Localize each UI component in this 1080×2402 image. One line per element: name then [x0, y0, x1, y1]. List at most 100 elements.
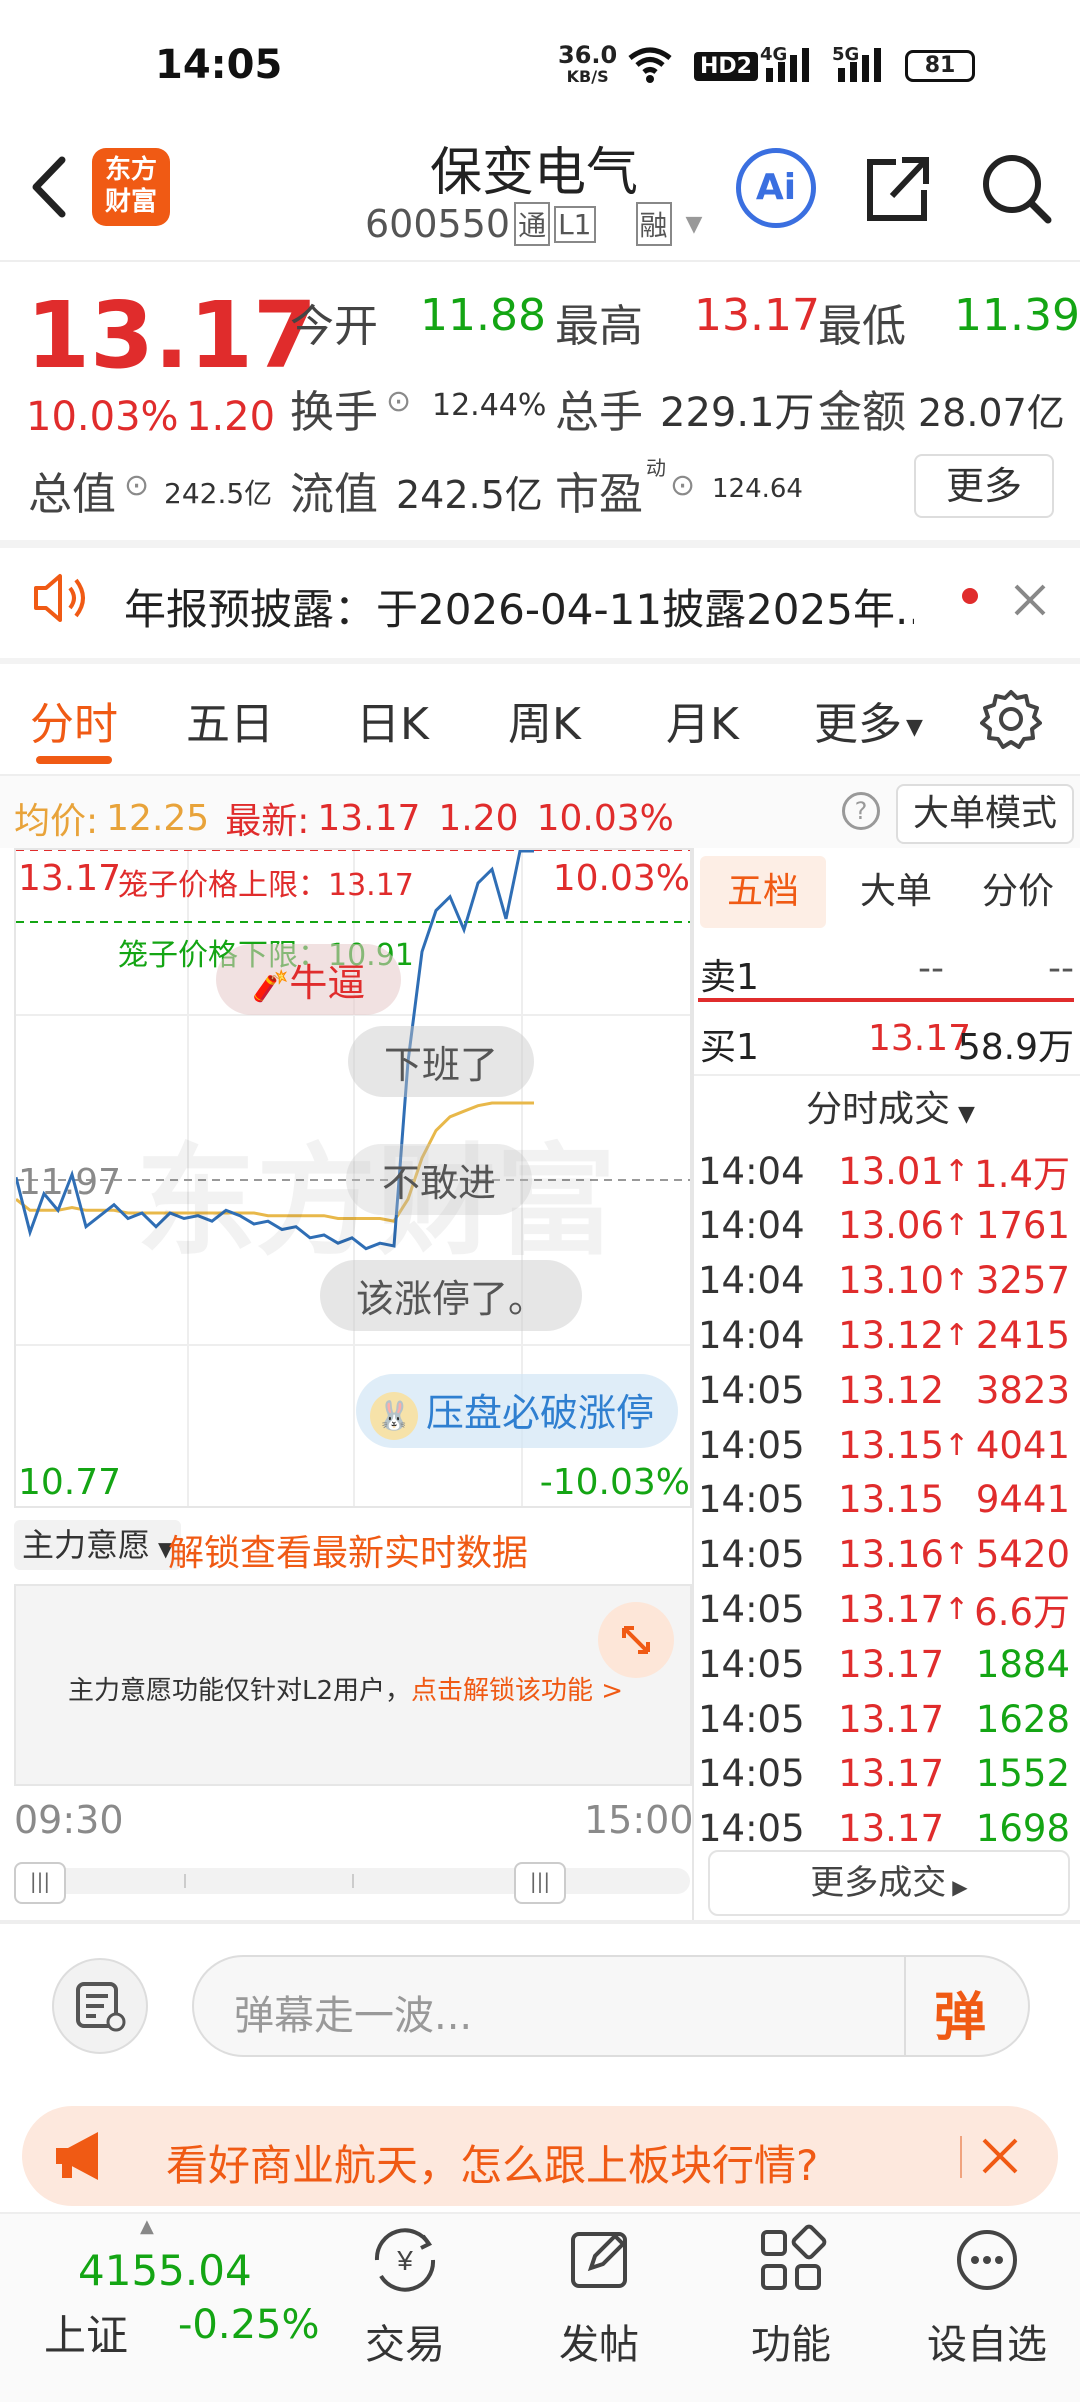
more-trades-button[interactable]: 更多成交 ▶	[708, 1850, 1070, 1916]
period-tabs: 分时 五日 日K 周K 月K 更多 ▼	[0, 664, 1080, 774]
danmu-input[interactable]: 弹幕走一波... 弹	[192, 1955, 1030, 2057]
trade-price: 13.16	[838, 1533, 944, 1577]
share-button[interactable]	[862, 150, 932, 230]
big-order-mode-button[interactable]: 大单模式	[896, 784, 1074, 844]
chart-top-price: 13.17	[18, 858, 122, 899]
info-icon[interactable]: ⊙	[124, 468, 149, 503]
trade-volume: 1884	[975, 1642, 1070, 1686]
buy1-label: 买1	[700, 1027, 759, 1068]
expand-button[interactable]	[598, 1602, 674, 1678]
trade-volume: 9441	[975, 1478, 1070, 1522]
status-time: 14:05	[155, 42, 283, 88]
trade-row: 14:05 13.17 ↑ 6.6万	[698, 1582, 1070, 1636]
more-button[interactable]: 更多	[914, 454, 1054, 518]
chart-top-pct: 10.03%	[552, 858, 690, 899]
volume-value: 229.1万	[660, 390, 815, 436]
latest-pct: 10.03%	[536, 797, 674, 839]
tab-five-day[interactable]: 五日	[186, 688, 274, 752]
trade-row: 14:04 13.12 ↑ 2415	[698, 1308, 1070, 1362]
nav-functions[interactable]: 功能	[716, 2220, 866, 2370]
index-widget[interactable]: ▲ 4155.04 上证 -0.25%	[40, 2216, 320, 2386]
send-danmu-button[interactable]: 弹	[934, 1975, 986, 2050]
trade-row: 14:05 13.15 9441	[698, 1473, 1070, 1527]
open-label: 今开	[290, 301, 378, 352]
trade-volume: 1698	[975, 1807, 1070, 1851]
trade-row: 14:05 13.12 3823	[698, 1363, 1070, 1417]
main-force-dropdown[interactable]: 主力意愿 ▼	[14, 1520, 182, 1570]
tags-chevron-icon[interactable]: ▼	[686, 212, 703, 237]
nav-trade[interactable]: ¥ 交易	[330, 2220, 480, 2370]
close-icon	[982, 2138, 1018, 2174]
unlock-realtime-link[interactable]: 解锁查看最新实时数据	[168, 1524, 528, 1576]
scroller-left-handle[interactable]: |||	[14, 1862, 66, 1904]
tab-five-level[interactable]: 五档	[700, 856, 826, 928]
nav-post[interactable]: 发帖	[524, 2220, 674, 2370]
grid-icon	[761, 2224, 827, 2290]
notice-dot	[962, 588, 978, 604]
price-info-line: 均价: 12.25 最新: 13.17 1.20 10.03% ? 大单模式	[0, 776, 1080, 848]
tab-day-k[interactable]: 日K	[356, 688, 429, 752]
notice-text: 年报预披露：于2026-04-11披露2025年...	[124, 585, 914, 634]
notice-bar[interactable]: 年报预披露：于2026-04-11披露2025年...	[0, 548, 1080, 658]
trade-row: 14:05 13.15 ↑ 4041	[698, 1418, 1070, 1472]
trade-time: 14:05	[698, 1642, 805, 1686]
time-axis-start: 09:30	[14, 1798, 124, 1842]
trades-header[interactable]: 分时成交 ▼	[806, 1080, 975, 1132]
search-button[interactable]	[978, 150, 1054, 230]
danmu-settings-icon	[76, 1982, 126, 2032]
info-icon[interactable]: ⊙	[670, 468, 695, 503]
trade-time: 14:04	[698, 1149, 805, 1193]
chart-range-scroller[interactable]: ||| |||	[14, 1862, 690, 1904]
close-icon	[1014, 584, 1046, 616]
trade-volume: 4041	[975, 1423, 1070, 1467]
help-icon[interactable]: ?	[842, 792, 880, 830]
settings-button[interactable]	[980, 688, 1042, 754]
stock-title: 保变电气	[430, 143, 639, 203]
tag-tong: 通	[514, 202, 551, 246]
trade-time: 14:05	[698, 1752, 805, 1796]
danmu-toggle-button[interactable]	[52, 1958, 148, 2054]
danmu-item: 🧨牛逼	[216, 944, 402, 1015]
chart-mid-price: 11.97	[18, 1162, 122, 1203]
trade-up-arrow-icon: ↑	[944, 1208, 970, 1244]
edit-icon	[571, 2232, 627, 2288]
trade-time: 14:05	[698, 1423, 805, 1467]
ai-icon: Ai	[755, 167, 797, 208]
tab-intraday[interactable]: 分时	[30, 688, 118, 752]
latest-value: 13.17	[317, 797, 421, 839]
rabbit-avatar-icon: 🐰	[370, 1391, 418, 1440]
ai-button[interactable]: Ai	[736, 148, 816, 228]
trade-row: 14:04 13.06 ↑ 1761	[698, 1199, 1070, 1253]
intraday-chart[interactable]: 东方财富 13.17 笼子价格上限：13.17 10.03% 笼子价格下限：10…	[14, 848, 692, 1508]
side-tabs: 五档 大单 分价	[698, 852, 1080, 932]
tab-month-k[interactable]: 月K	[666, 688, 739, 752]
status-bar: 14:05 36.0 KB/S HD2 4G 5G 81	[0, 0, 1080, 130]
limit-up-label: 笼子价格上限：13.17	[118, 868, 414, 903]
time-axis-end: 15:00	[584, 1798, 694, 1842]
tab-more[interactable]: 更多 ▼	[814, 688, 923, 752]
scroller-right-handle[interactable]: |||	[514, 1862, 566, 1904]
trade-time: 14:04	[698, 1313, 805, 1357]
yen-exchange-icon: ¥	[374, 2228, 436, 2292]
unlock-feature-link[interactable]: 点击解锁该功能 >	[411, 1676, 623, 1706]
tab-big-order[interactable]: 大单	[846, 856, 946, 928]
trade-row: 14:05 13.17 1884	[698, 1637, 1070, 1691]
close-notice-button[interactable]	[1008, 578, 1052, 626]
trade-up-arrow-icon: ↑	[944, 1263, 970, 1299]
trade-time: 14:05	[698, 1368, 805, 1412]
nav-add-watchlist[interactable]: 设自选	[912, 2220, 1062, 2370]
index-value: 4155.04	[78, 2246, 252, 2295]
trade-time: 14:05	[698, 1697, 805, 1741]
app-logo: 东方 财富	[92, 148, 170, 226]
tab-week-k[interactable]: 周K	[508, 688, 581, 752]
back-button[interactable]	[22, 152, 82, 222]
promo-banner[interactable]: 看好商业航天，怎么跟上板块行情?	[22, 2106, 1058, 2206]
close-promo-button[interactable]	[976, 2132, 1024, 2184]
trade-up-arrow-icon: ↑	[944, 1427, 970, 1463]
tab-price-dist[interactable]: 分价	[968, 856, 1068, 928]
trade-volume: 1.4万	[974, 1153, 1070, 1196]
trade-price: 13.06	[838, 1204, 944, 1248]
trade-row: 14:05 13.17 1628	[698, 1692, 1070, 1746]
trade-price: 13.17	[838, 1642, 944, 1686]
info-icon[interactable]: ⊙	[386, 384, 411, 419]
